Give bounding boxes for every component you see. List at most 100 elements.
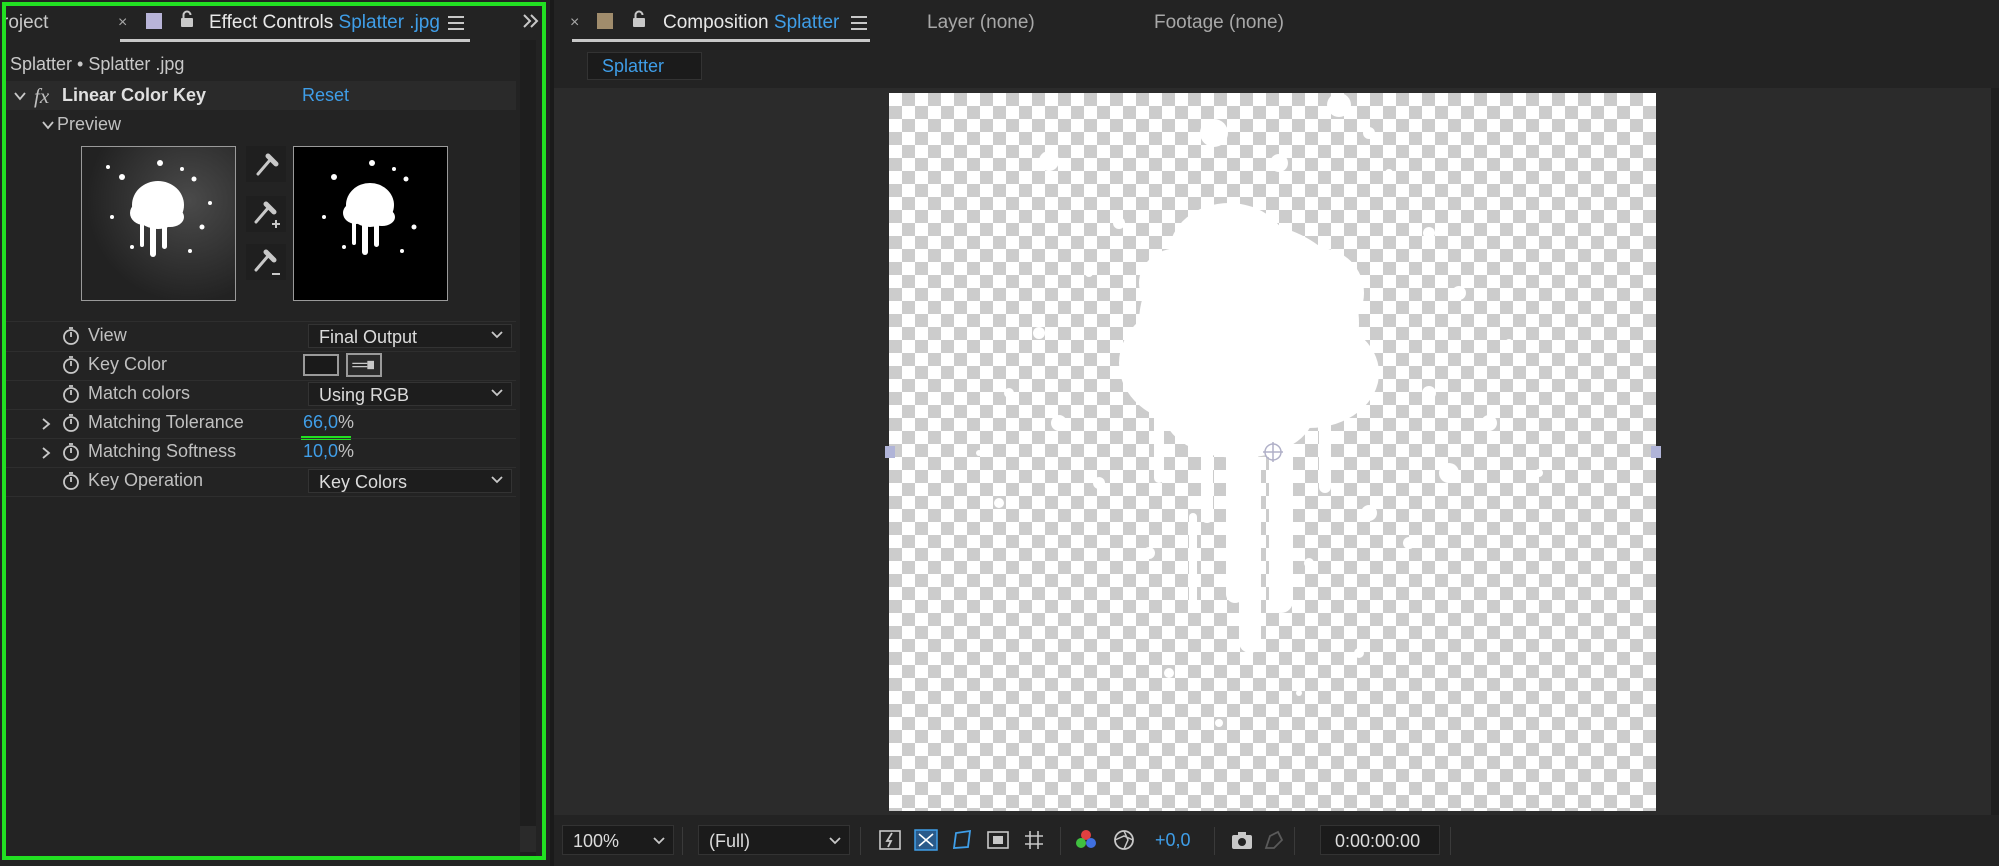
match-colors-dropdown-value: Using RGB: [319, 385, 410, 405]
layer-handle-left[interactable]: [885, 446, 895, 458]
row-divider: [6, 496, 516, 497]
toolbar-separator: [1060, 827, 1061, 855]
tab-composition[interactable]: Composition Splatter: [663, 12, 839, 34]
chevron-down-icon: [491, 476, 503, 484]
stopwatch-icon[interactable]: [62, 471, 80, 491]
viewer-scrollbar[interactable]: [1991, 88, 1999, 815]
region-of-interest-icon[interactable]: [986, 828, 1010, 852]
toolbar-separator: [1450, 827, 1451, 855]
twirl-right-icon[interactable]: [40, 418, 52, 430]
splatter-thumb-result: [322, 160, 417, 255]
eyedropper-icon: [256, 153, 279, 176]
tab-effect-controls[interactable]: Effect Controls Splatter .jpg: [209, 12, 440, 34]
show-channel-icon[interactable]: [1074, 828, 1098, 852]
toolbar-separator: [1294, 827, 1295, 855]
twirl-down-icon[interactable]: [42, 119, 54, 131]
unlock-icon[interactable]: [180, 10, 194, 28]
twirl-down-icon[interactable]: [14, 90, 26, 102]
grid-guides-icon[interactable]: [1022, 828, 1046, 852]
composition-panel: × Composition Splatter Layer (none) Foot…: [554, 0, 1999, 866]
percent-unit: %: [338, 441, 355, 461]
label-color-swatch[interactable]: [597, 13, 613, 29]
key-color-picker[interactable]: [346, 353, 382, 377]
mask-visibility-icon[interactable]: [950, 828, 974, 852]
tab-composition-name: Splatter: [773, 12, 840, 33]
composition-canvas[interactable]: [889, 93, 1656, 811]
subtract-color-eyedropper[interactable]: [246, 244, 286, 280]
magnification-dropdown[interactable]: 100%: [562, 825, 674, 855]
stopwatch-icon[interactable]: [62, 442, 80, 462]
tab-layer[interactable]: Layer (none): [927, 12, 1035, 34]
panel-overflow-icon[interactable]: [522, 12, 540, 30]
layer-handle-right[interactable]: [1651, 446, 1661, 458]
composition-flowchart-tab[interactable]: Splatter: [587, 52, 702, 80]
toolbar-separator: [682, 827, 683, 855]
tab-layer-label: Layer: [927, 12, 975, 33]
exposure-value[interactable]: +0,0: [1155, 830, 1191, 851]
label-color-swatch[interactable]: [146, 13, 162, 29]
match-colors-dropdown[interactable]: Using RGB: [308, 382, 512, 406]
effect-name: Linear Color Key: [62, 85, 207, 105]
add-color-eyedropper[interactable]: [246, 196, 286, 232]
stopwatch-icon[interactable]: [62, 384, 80, 404]
property-row-key-color: Key Color: [6, 351, 516, 380]
matching-tolerance-field[interactable]: 66,0%: [303, 412, 354, 433]
tab-effect-controls-label: Effect Controls: [209, 12, 334, 33]
fast-previews-icon[interactable]: [878, 828, 902, 852]
composition-flowchart-tab-label: Splatter: [602, 56, 665, 76]
eyedropper-plus-icon: [254, 201, 280, 228]
magnification-value: 100%: [573, 831, 620, 851]
fx-icon[interactable]: fx: [34, 84, 49, 109]
chevron-down-icon: [491, 331, 503, 339]
eyedropper-minus-icon: [254, 249, 280, 275]
view-dropdown[interactable]: Final Output: [308, 324, 512, 348]
panel-menu-icon[interactable]: [851, 16, 867, 30]
close-icon[interactable]: ×: [570, 14, 579, 32]
property-row-matching-softness: Matching Softness 10,0%: [6, 438, 516, 467]
matching-tolerance-label: Matching Tolerance: [88, 412, 244, 432]
view-label: View: [88, 325, 127, 345]
tab-project[interactable]: roject: [2, 12, 48, 34]
property-row-key-operation: Key Operation Key Colors: [6, 467, 516, 496]
key-operation-dropdown[interactable]: Key Colors: [308, 469, 512, 493]
key-operation-label: Key Operation: [88, 470, 204, 490]
eyedropper-icon: [352, 360, 374, 370]
source-preview-thumbnail[interactable]: [81, 146, 236, 301]
effect-header-row: fx Linear Color Key Reset: [6, 81, 516, 110]
scrollbar-thumb[interactable]: [520, 826, 536, 852]
matching-tolerance-value: 66,0: [303, 412, 339, 432]
view-dropdown-value: Final Output: [319, 327, 418, 347]
timecode-value: 0:00:00:00: [1335, 831, 1421, 851]
key-operation-dropdown-value: Key Colors: [319, 472, 408, 492]
vertical-scrollbar[interactable]: [520, 40, 536, 858]
matching-softness-value: 10,0: [303, 441, 339, 461]
reset-exposure-icon[interactable]: [1112, 828, 1136, 852]
tab-footage[interactable]: Footage (none): [1154, 12, 1284, 34]
viewer-bottom-bar: 100% (Full) +0,0 0:00:00:00: [554, 815, 1999, 866]
chevron-down-icon: [491, 389, 503, 397]
current-time-field[interactable]: 0:00:00:00: [1320, 825, 1440, 855]
transparency-grid-icon[interactable]: [914, 828, 938, 852]
unlock-icon[interactable]: [632, 10, 646, 28]
twirl-right-icon[interactable]: [40, 447, 52, 459]
composition-viewer[interactable]: [554, 88, 1991, 815]
key-color-swatch[interactable]: [303, 354, 339, 376]
splatter-layer[interactable]: [889, 93, 1656, 811]
match-colors-label: Match colors: [88, 383, 191, 403]
active-tab-underline: [120, 39, 470, 42]
show-snapshot-icon[interactable]: [1262, 828, 1286, 852]
key-color-eyedropper[interactable]: [246, 146, 286, 182]
splatter-thumb-source: [106, 160, 212, 257]
resolution-dropdown[interactable]: (Full): [698, 825, 850, 855]
stopwatch-icon[interactable]: [62, 355, 80, 375]
snapshot-camera-icon[interactable]: [1230, 828, 1254, 852]
matching-softness-field[interactable]: 10,0%: [303, 441, 354, 462]
close-icon[interactable]: ×: [118, 14, 127, 32]
reset-button[interactable]: Reset: [302, 85, 349, 106]
panel-menu-icon[interactable]: [448, 16, 464, 30]
result-preview-thumbnail[interactable]: [293, 146, 448, 301]
tab-layer-value: (none): [979, 12, 1035, 33]
stopwatch-icon[interactable]: [62, 326, 80, 346]
tab-composition-label: Composition: [663, 12, 769, 33]
stopwatch-icon[interactable]: [62, 413, 80, 433]
